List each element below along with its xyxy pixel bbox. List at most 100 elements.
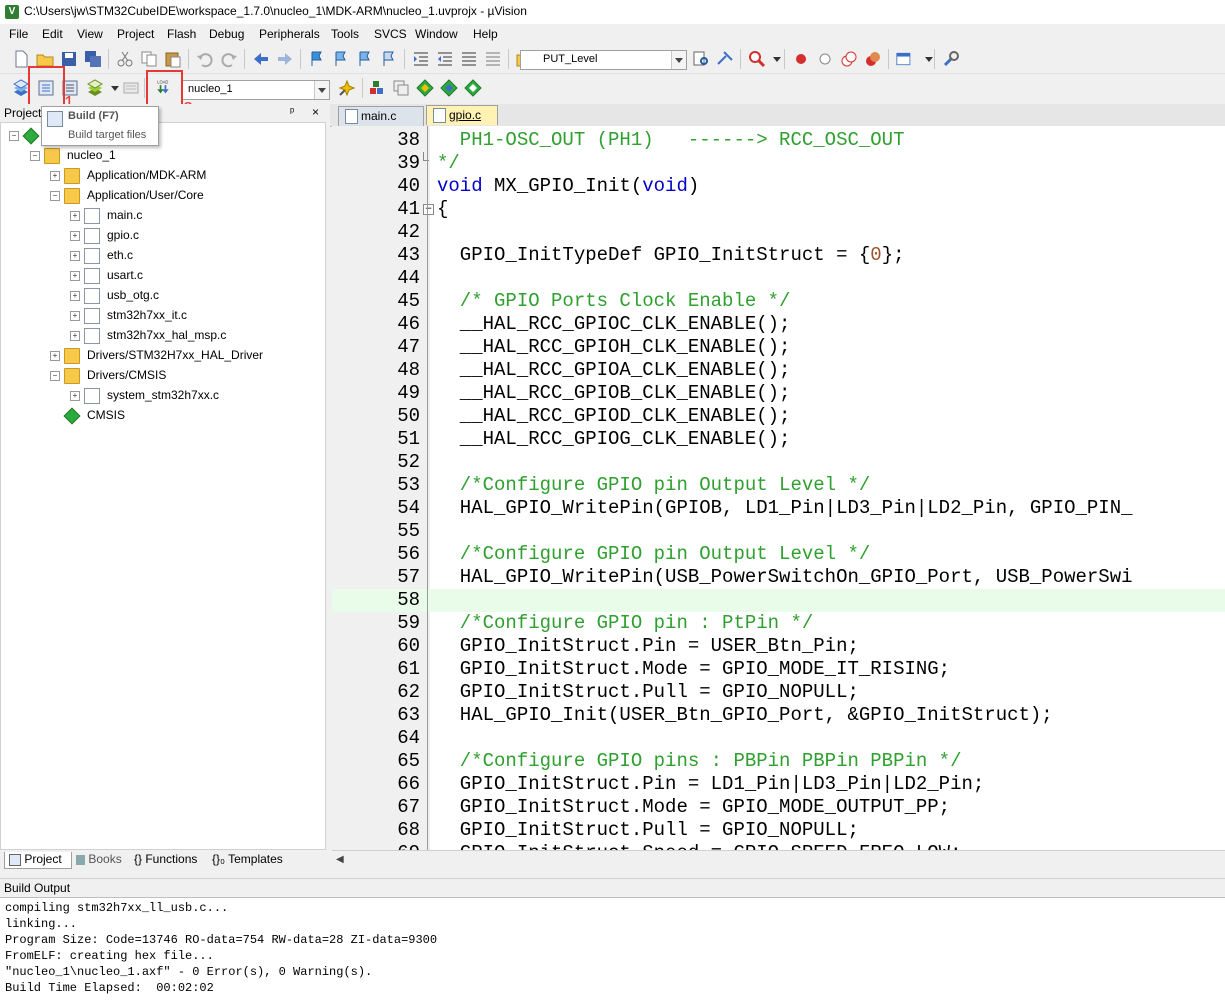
- scroll-left-icon[interactable]: ◀: [336, 854, 344, 865]
- expand-icon[interactable]: +: [50, 171, 60, 181]
- code-line[interactable]: 41−{: [332, 198, 1225, 221]
- expand-icon[interactable]: +: [70, 291, 80, 301]
- chevron-down-icon[interactable]: [314, 81, 329, 99]
- code-line[interactable]: 46 __HAL_RCC_GPIOC_CLK_ENABLE();: [332, 313, 1225, 336]
- debug-session-icon[interactable]: [748, 50, 766, 68]
- tree-item-application-user-core[interactable]: − Application/User/Core: [50, 187, 320, 205]
- redo-icon[interactable]: [220, 50, 238, 68]
- collapse-icon[interactable]: −: [50, 191, 60, 201]
- menu-debug[interactable]: Debug: [209, 27, 244, 41]
- code-editor[interactable]: 38 PH1-OSC_OUT (PH1) ------> RCC_OSC_OUT…: [332, 126, 1225, 850]
- disable-breakpoint-icon[interactable]: [816, 50, 834, 68]
- code-line[interactable]: 49 __HAL_RCC_GPIOB_CLK_ENABLE();: [332, 382, 1225, 405]
- bookmark-icon[interactable]: [308, 50, 326, 68]
- menu-flash[interactable]: Flash: [167, 27, 196, 41]
- close-icon[interactable]: ×: [312, 105, 319, 119]
- next-bookmark-icon[interactable]: [356, 50, 374, 68]
- menu-peripherals[interactable]: Peripherals: [259, 27, 320, 41]
- undo-icon[interactable]: [196, 50, 214, 68]
- menu-project[interactable]: Project: [117, 27, 154, 41]
- window-layout-icon[interactable]: [896, 50, 918, 68]
- tree-item-drivers-cmsis[interactable]: − Drivers/CMSIS: [50, 367, 320, 385]
- code-line[interactable]: 64: [332, 727, 1225, 750]
- expand-icon[interactable]: +: [70, 251, 80, 261]
- code-line[interactable]: 65 /*Configure GPIO pins : PBPin PBPin P…: [332, 750, 1225, 773]
- code-line[interactable]: 48 __HAL_RCC_GPIOA_CLK_ENABLE();: [332, 359, 1225, 382]
- paste-icon[interactable]: [164, 50, 182, 68]
- code-line[interactable]: 50 __HAL_RCC_GPIOD_CLK_ENABLE();: [332, 405, 1225, 428]
- tab-books[interactable]: Books: [76, 852, 122, 868]
- code-line[interactable]: 60 GPIO_InitStruct.Pin = USER_Btn_Pin;: [332, 635, 1225, 658]
- stop-build-icon[interactable]: [122, 79, 140, 97]
- code-line[interactable]: 43 GPIO_InitTypeDef GPIO_InitStruct = {0…: [332, 244, 1225, 267]
- code-line[interactable]: 66 GPIO_InitStruct.Pin = LD1_Pin|LD3_Pin…: [332, 773, 1225, 796]
- find-combo[interactable]: PUT_Level: [520, 50, 687, 70]
- indent-icon[interactable]: [412, 50, 430, 68]
- code-line[interactable]: 47 __HAL_RCC_GPIOH_CLK_ENABLE();: [332, 336, 1225, 359]
- select-packs-icon[interactable]: [440, 79, 458, 97]
- tree-item-stm32h7xx-hal-msp-c[interactable]: + stm32h7xx_hal_msp.c: [70, 327, 320, 345]
- collapse-icon[interactable]: −: [50, 371, 60, 381]
- navigate-forward-icon[interactable]: [276, 50, 294, 68]
- code-line[interactable]: 38 PH1-OSC_OUT (PH1) ------> RCC_OSC_OUT: [332, 129, 1225, 152]
- tab-main-c[interactable]: main.c: [338, 106, 424, 126]
- navigate-back-icon[interactable]: [252, 50, 270, 68]
- code-line[interactable]: 68 GPIO_InitStruct.Pull = GPIO_NOPULL;: [332, 819, 1225, 842]
- code-line[interactable]: 42: [332, 221, 1225, 244]
- chevron-down-icon[interactable]: [106, 79, 119, 97]
- target-select[interactable]: nucleo_1: [182, 80, 330, 100]
- horizontal-scrollbar[interactable]: ◀: [332, 850, 1225, 868]
- code-line[interactable]: 58: [332, 589, 1225, 612]
- prev-bookmark-icon[interactable]: [332, 50, 350, 68]
- fold-collapse-icon[interactable]: −: [423, 204, 434, 215]
- tree-item-usb-otg-c[interactable]: + usb_otg.c: [70, 287, 320, 305]
- batch-build-icon[interactable]: [86, 79, 104, 97]
- expand-icon[interactable]: +: [70, 231, 80, 241]
- tree-item-cmsis[interactable]: CMSIS: [50, 407, 320, 425]
- expand-icon[interactable]: +: [70, 331, 80, 341]
- menu-tools[interactable]: Tools: [331, 27, 359, 41]
- tree-item-eth-c[interactable]: + eth.c: [70, 247, 320, 265]
- save-all-icon[interactable]: [84, 50, 102, 68]
- menu-svcs[interactable]: SVCS: [374, 27, 407, 41]
- code-line[interactable]: 67 GPIO_InitStruct.Mode = GPIO_MODE_OUTP…: [332, 796, 1225, 819]
- tab-project[interactable]: Project: [4, 852, 72, 869]
- expand-icon[interactable]: +: [50, 351, 60, 361]
- expand-icon[interactable]: +: [70, 311, 80, 321]
- expand-icon[interactable]: +: [70, 391, 80, 401]
- code-line[interactable]: 54 HAL_GPIO_WritePin(GPIOB, LD1_Pin|LD3_…: [332, 497, 1225, 520]
- menu-help[interactable]: Help: [473, 27, 498, 41]
- tree-item-nucleo-1[interactable]: − nucleo_1: [30, 147, 320, 165]
- unindent-icon[interactable]: [436, 50, 454, 68]
- code-line[interactable]: 59 /*Configure GPIO pin : PtPin */: [332, 612, 1225, 635]
- uncomment-icon[interactable]: [484, 50, 502, 68]
- tree-item-application-mdk-arm[interactable]: + Application/MDK-ARM: [50, 167, 320, 185]
- tab-functions[interactable]: {} Functions: [134, 852, 197, 868]
- code-line[interactable]: 61 GPIO_InitStruct.Mode = GPIO_MODE_IT_R…: [332, 658, 1225, 681]
- menu-edit[interactable]: Edit: [42, 27, 63, 41]
- code-line[interactable]: 51 __HAL_RCC_GPIOG_CLK_ENABLE();: [332, 428, 1225, 451]
- file-extensions-icon[interactable]: [392, 79, 410, 97]
- run-time-environment-icon[interactable]: [464, 79, 482, 97]
- code-line[interactable]: 40 void MX_GPIO_Init(void): [332, 175, 1225, 198]
- code-line[interactable]: 39 */: [332, 152, 1225, 175]
- configure-wrench-icon[interactable]: [942, 50, 960, 68]
- copy-icon[interactable]: [140, 50, 158, 68]
- code-line[interactable]: 62 GPIO_InitStruct.Pull = GPIO_NOPULL;: [332, 681, 1225, 704]
- pin-icon[interactable]: ᵖ: [290, 106, 294, 118]
- code-line[interactable]: 63 HAL_GPIO_Init(USER_Btn_GPIO_Port, &GP…: [332, 704, 1225, 727]
- cut-icon[interactable]: [116, 50, 134, 68]
- tree-item-usart-c[interactable]: + usart.c: [70, 267, 320, 285]
- code-line[interactable]: 56 /*Configure GPIO pin Output Level */: [332, 543, 1225, 566]
- find-replace-icon[interactable]: [716, 50, 734, 68]
- tab-gpio-c[interactable]: gpio.c: [426, 105, 498, 125]
- comment-icon[interactable]: [460, 50, 478, 68]
- chevron-down-icon[interactable]: [768, 50, 781, 68]
- code-line[interactable]: 69 GPIO_InitStruct.Speed = GPIO_SPEED_FR…: [332, 842, 1225, 850]
- menu-window[interactable]: Window: [415, 27, 458, 41]
- code-line[interactable]: 55: [332, 520, 1225, 543]
- code-line[interactable]: 45 /* GPIO Ports Clock Enable */: [332, 290, 1225, 313]
- pack-installer-icon[interactable]: [416, 79, 434, 97]
- tree-item-stm32h7xx-it-c[interactable]: + stm32h7xx_it.c: [70, 307, 320, 325]
- menu-file[interactable]: File: [9, 27, 28, 41]
